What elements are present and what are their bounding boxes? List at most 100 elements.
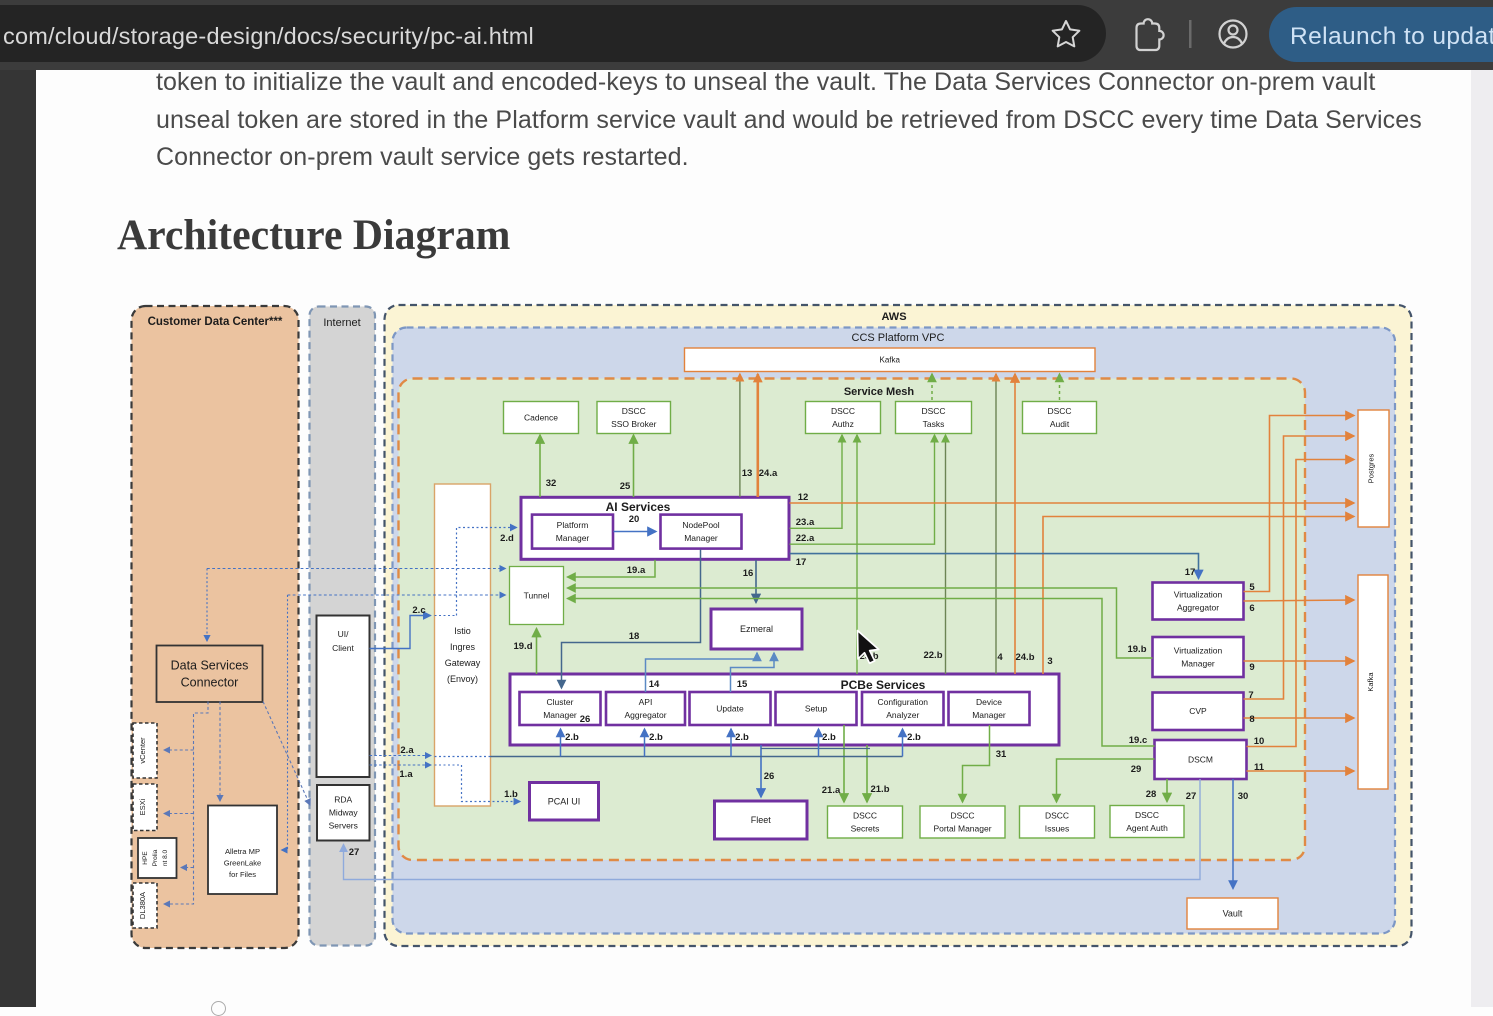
svg-text:Update: Update [716,704,744,714]
svg-text:2.d: 2.d [500,533,514,544]
svg-text:13: 13 [742,468,753,479]
svg-text:Portal Manager: Portal Manager [933,824,991,834]
svg-text:Agent Auth: Agent Auth [1126,823,1168,833]
svg-text:2.b: 2.b [822,732,836,743]
svg-text:(Envoy): (Envoy) [447,674,478,684]
svg-text:27: 27 [349,847,360,858]
svg-text:Analyzer: Analyzer [886,710,919,720]
svg-text:HPE: HPE [142,851,149,865]
svg-text:Manager: Manager [543,710,577,720]
svg-text:Audit: Audit [1050,419,1070,429]
svg-text:Kafka: Kafka [880,356,901,365]
svg-text:24.b: 24.b [1015,652,1034,663]
svg-text:DSCC: DSCC [831,406,855,416]
svg-text:PCAI UI: PCAI UI [548,796,581,806]
svg-text:24.a: 24.a [759,468,778,479]
svg-text:AWS: AWS [881,311,906,323]
svg-text:28: 28 [1146,789,1157,800]
svg-text:Ezmeral: Ezmeral [740,624,773,634]
svg-text:17: 17 [1185,567,1196,578]
svg-text:26: 26 [764,771,775,782]
svg-text:18: 18 [629,631,640,642]
svg-text:5: 5 [1249,582,1255,593]
svg-text:31: 31 [996,749,1007,760]
svg-text:Manager: Manager [556,533,590,543]
svg-text:27: 27 [1186,791,1197,802]
svg-text:AI Services: AI Services [606,500,671,514]
svg-text:26: 26 [580,714,591,725]
svg-text:PCBe Services: PCBe Services [841,678,926,692]
svg-text:Authz: Authz [832,419,854,429]
svg-text:DSCC: DSCC [1047,406,1071,416]
svg-text:Issues: Issues [1045,824,1070,834]
svg-text:DSCM: DSCM [1188,755,1213,765]
svg-text:Tunnel: Tunnel [524,591,550,601]
svg-text:2.b: 2.b [649,732,663,743]
svg-text:23.a: 23.a [796,517,815,528]
svg-text:1.a: 1.a [399,769,413,780]
svg-text:Istio: Istio [454,626,471,636]
svg-text:4: 4 [997,652,1003,663]
svg-text:Virtualization: Virtualization [1174,646,1223,656]
svg-text:Fleet: Fleet [751,815,772,825]
svg-text:Midway: Midway [329,808,359,818]
svg-text:11: 11 [1254,762,1265,773]
svg-text:20: 20 [629,514,640,525]
svg-text:6: 6 [1249,603,1254,614]
svg-text:2.c: 2.c [412,605,425,616]
svg-text:Connector: Connector [181,676,239,690]
svg-text:Manager: Manager [972,710,1006,720]
svg-text:Device: Device [976,697,1002,707]
svg-text:for Files: for Files [229,870,256,879]
svg-text:SSO Broker: SSO Broker [611,419,657,429]
svg-text:RDA: RDA [334,795,352,805]
svg-text:21.b: 21.b [870,784,889,795]
svg-text:21.a: 21.a [822,785,841,796]
svg-text:14: 14 [649,679,660,690]
svg-text:2.b: 2.b [907,732,921,743]
svg-text:Gateway: Gateway [445,658,481,668]
svg-text:vCenter: vCenter [138,737,147,764]
svg-text:Customer Data Center***: Customer Data Center*** [148,316,283,328]
svg-text:7: 7 [1248,690,1253,701]
svg-text:Configuration: Configuration [877,697,928,707]
svg-text:DSCC: DSCC [853,811,877,821]
svg-text:Service Mesh: Service Mesh [844,386,915,398]
svg-text:2.b: 2.b [565,732,579,743]
svg-text:Postgres: Postgres [1367,453,1376,483]
svg-text:DSCC: DSCC [1045,811,1069,821]
svg-text:Alletra MP: Alletra MP [225,847,260,856]
svg-text:Cadence: Cadence [524,413,558,423]
svg-text:30: 30 [1238,791,1249,802]
svg-text:Setup: Setup [805,704,827,714]
svg-text:8: 8 [1249,714,1254,725]
svg-text:19.b: 19.b [1127,644,1146,655]
svg-text:DSCC: DSCC [950,811,974,821]
svg-text:9: 9 [1249,662,1254,673]
svg-text:19.a: 19.a [627,565,646,576]
svg-text:Virtualization: Virtualization [1174,590,1223,600]
svg-text:Cluster: Cluster [547,697,574,707]
svg-text:Client: Client [332,643,354,653]
svg-text:25: 25 [620,481,631,492]
svg-text:CVP: CVP [1189,706,1207,716]
svg-text:DSCC: DSCC [1135,810,1159,820]
svg-text:19.c: 19.c [1129,735,1148,746]
svg-text:1.b: 1.b [504,789,518,800]
svg-text:API: API [639,697,653,707]
svg-text:10: 10 [1254,736,1265,747]
svg-text:29: 29 [1131,764,1142,775]
svg-text:15: 15 [737,679,748,690]
svg-text:CCS Platform VPC: CCS Platform VPC [852,332,945,344]
svg-text:ESXi: ESXi [138,798,147,815]
svg-text:2.a: 2.a [400,745,414,756]
svg-text:Ingres: Ingres [450,642,476,652]
svg-text:3: 3 [1047,656,1052,667]
svg-text:Vault: Vault [1223,909,1243,919]
svg-text:UI/: UI/ [338,629,350,639]
svg-text:Aggregator: Aggregator [624,710,666,720]
svg-text:nt 8.0: nt 8.0 [162,849,169,866]
svg-text:Manager: Manager [1181,659,1215,669]
svg-text:32: 32 [546,478,557,489]
svg-text:Manager: Manager [684,533,718,543]
